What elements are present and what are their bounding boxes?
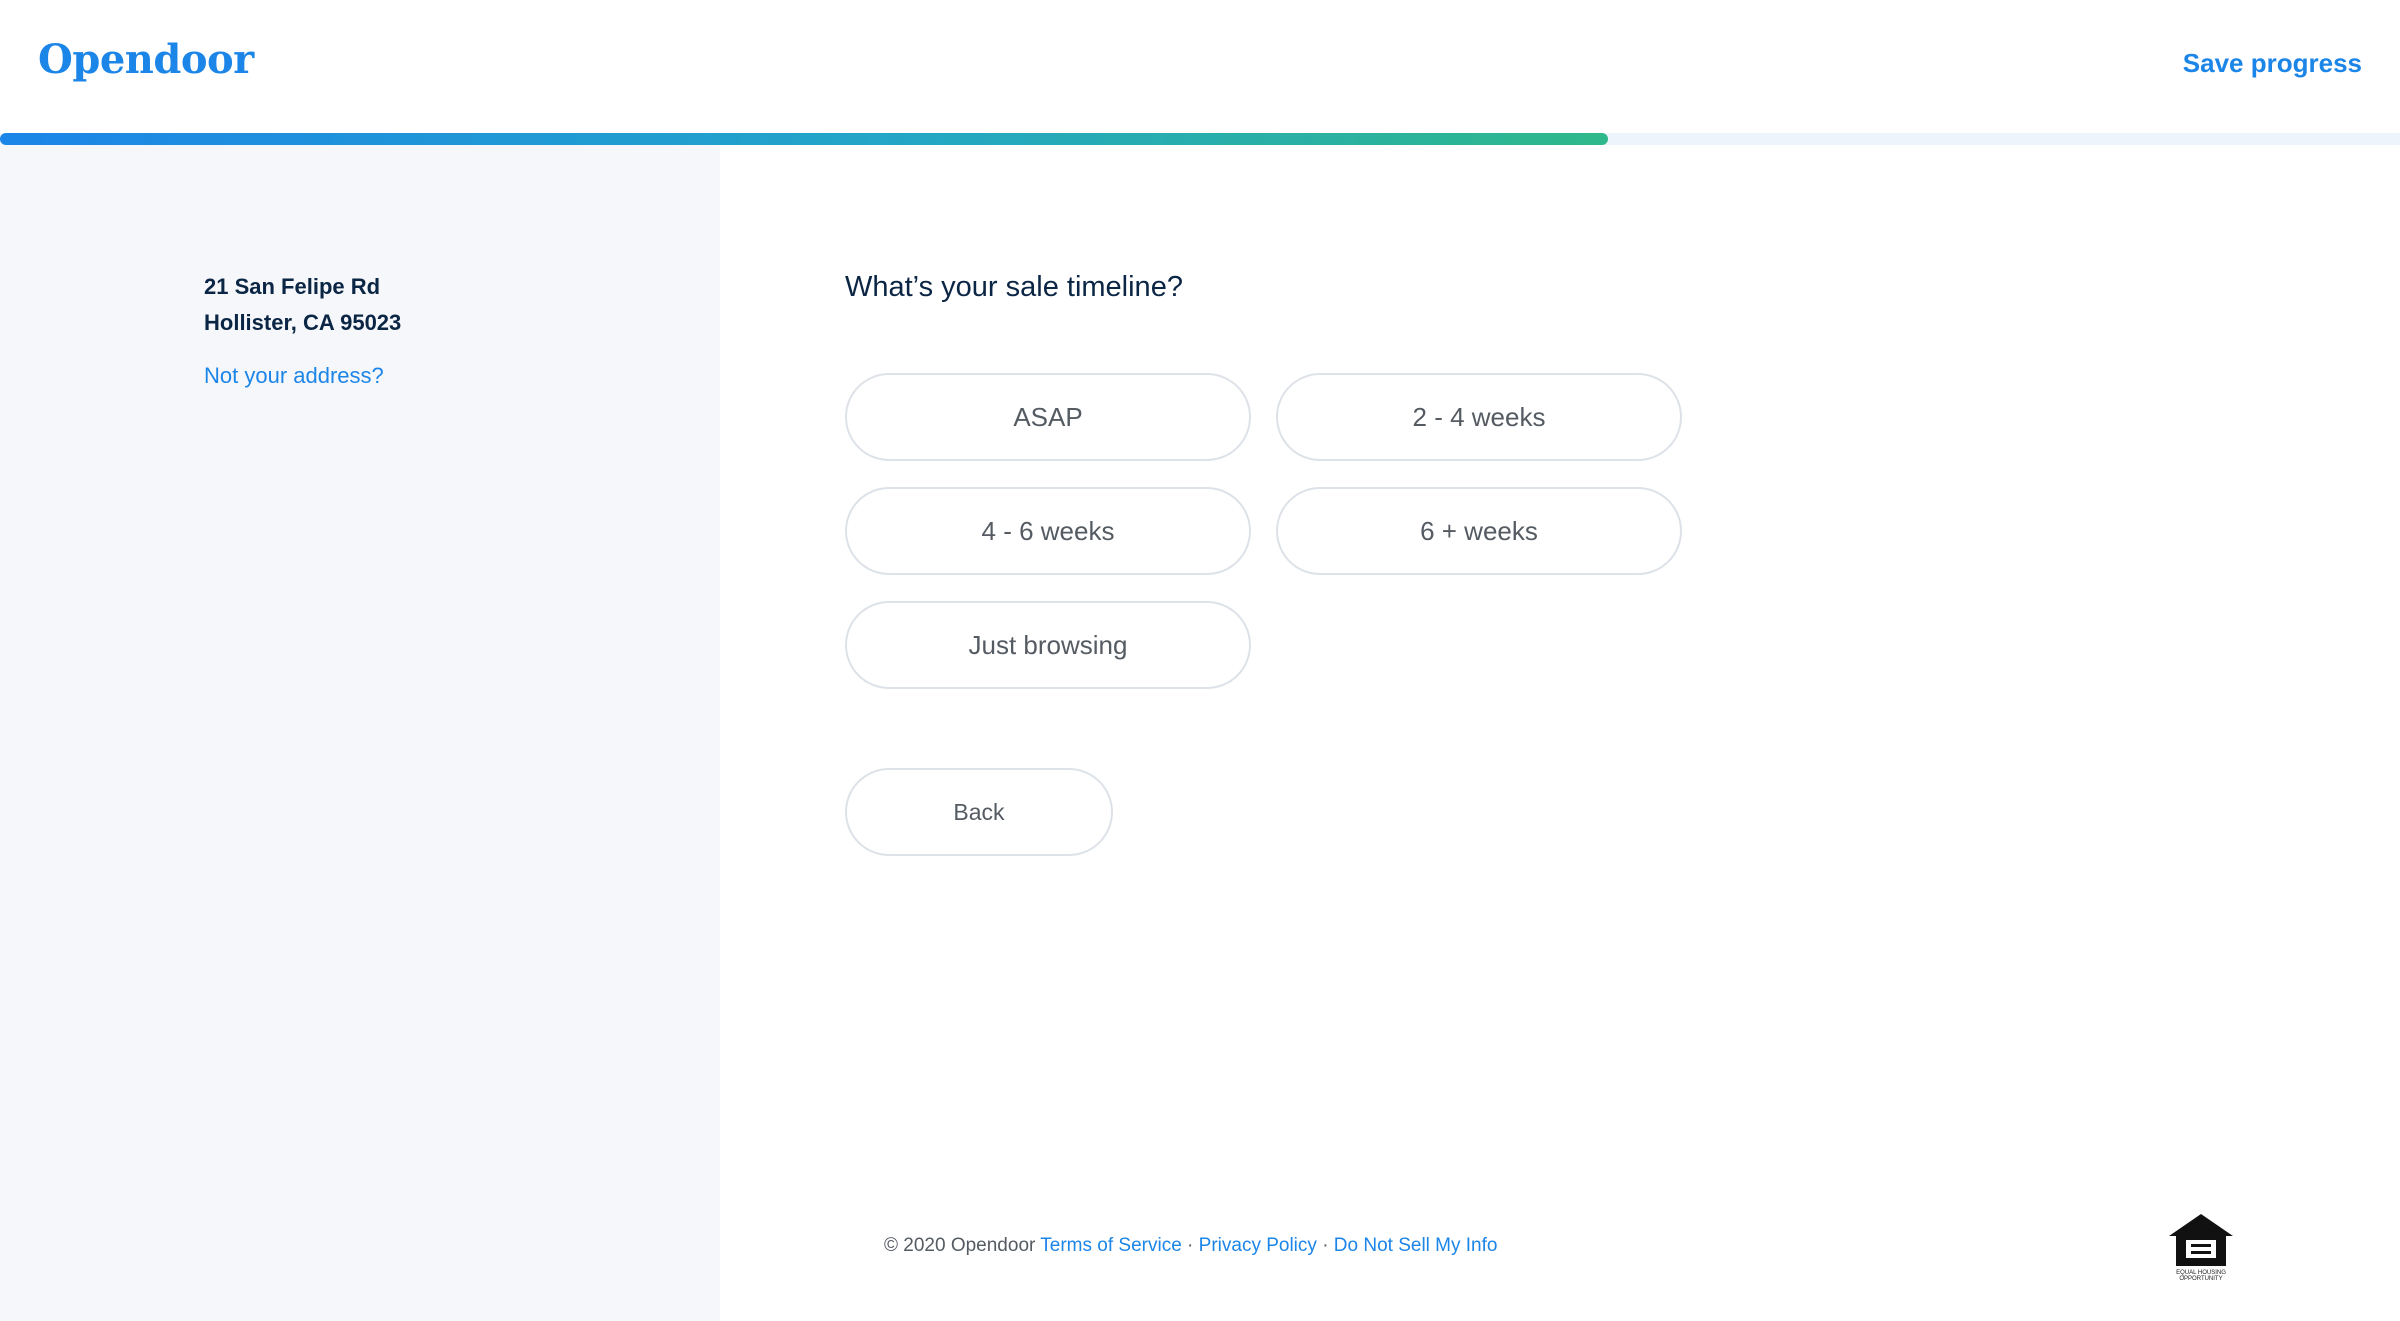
footer-separator: ·: [1322, 1235, 1329, 1256]
question-panel: What’s your sale timeline? ASAP 2 - 4 we…: [720, 145, 2400, 1321]
equal-housing-text: EQUAL HOUSING OPPORTUNITY: [2166, 1270, 2236, 1282]
do-not-sell-link[interactable]: Do Not Sell My Info: [1334, 1235, 1498, 1256]
save-progress-link[interactable]: Save progress: [2183, 48, 2362, 79]
question-title: What’s your sale timeline?: [845, 271, 1183, 303]
option-6-plus-weeks-button[interactable]: 6 + weeks: [1276, 487, 1682, 575]
option-asap-button[interactable]: ASAP: [845, 373, 1251, 461]
address-line-1: 21 San Felipe Rd: [204, 274, 381, 299]
opendoor-logo[interactable]: Opendoor: [38, 36, 254, 83]
option-just-browsing-button[interactable]: Just browsing: [845, 601, 1251, 689]
progress-bar-fill: [0, 133, 1608, 145]
option-4-6-weeks-button[interactable]: 4 - 6 weeks: [845, 487, 1251, 575]
back-button[interactable]: Back: [845, 768, 1113, 856]
equal-housing-opportunity-icon: EQUAL HOUSING OPPORTUNITY: [2166, 1212, 2236, 1282]
option-2-4-weeks-button[interactable]: 2 - 4 weeks: [1276, 373, 1682, 461]
footer: © 2020 Opendoor Terms of Service · Priva…: [884, 1235, 1497, 1257]
top-header: Opendoor Save progress: [0, 0, 2400, 132]
footer-separator: ·: [1187, 1235, 1194, 1256]
not-your-address-link[interactable]: Not your address?: [204, 363, 384, 389]
address-sidebar: 21 San Felipe Rd Hollister, CA 95023 Not…: [0, 145, 720, 1321]
progress-bar-track: [0, 133, 2400, 145]
address-line-2: Hollister, CA 95023: [204, 310, 402, 335]
equal-housing-text-line-2: OPPORTUNITY: [2179, 1276, 2223, 1282]
footer-copyright: © 2020 Opendoor: [884, 1235, 1036, 1256]
privacy-policy-link[interactable]: Privacy Policy: [1199, 1235, 1317, 1256]
terms-of-service-link[interactable]: Terms of Service: [1040, 1235, 1181, 1256]
